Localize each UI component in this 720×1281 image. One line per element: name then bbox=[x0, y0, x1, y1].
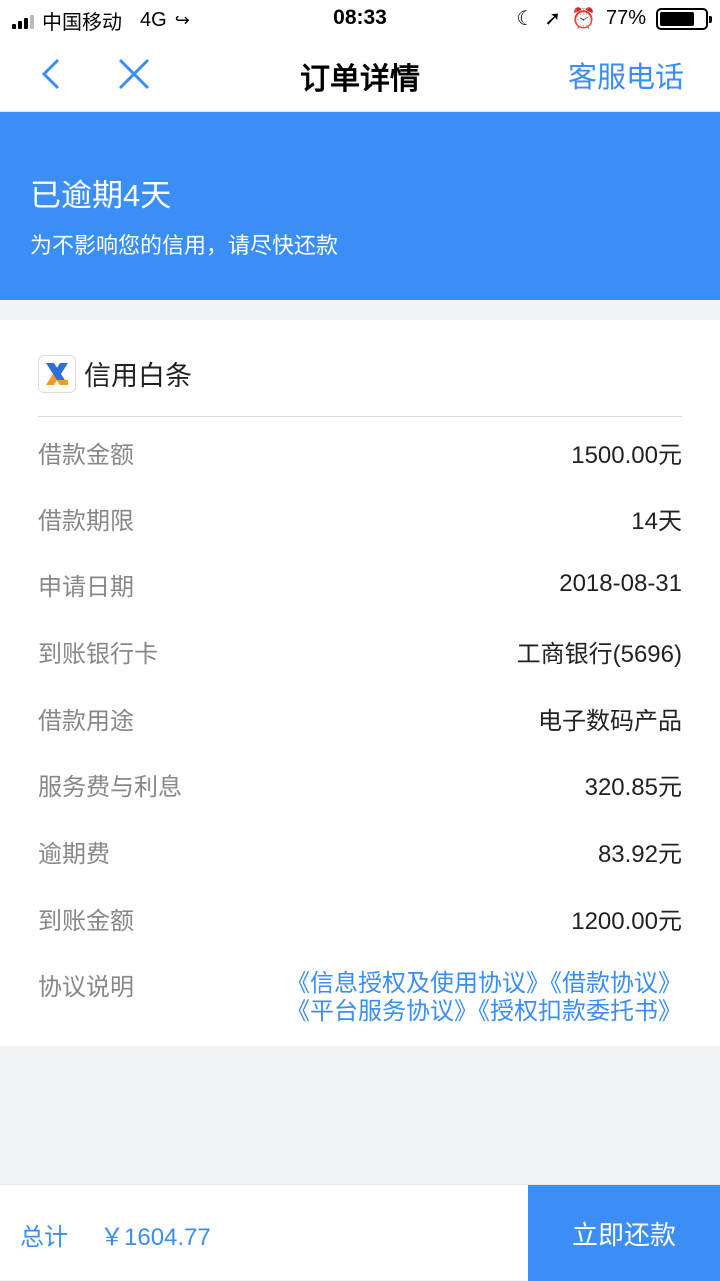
total-amount: ￥1604.77 bbox=[100, 1224, 211, 1251]
detail-label: 借款金额 bbox=[38, 441, 134, 469]
detail-row-agreements: 协议说明 bbox=[38, 964, 238, 1004]
bottom-bar: 总计 ￥1604.77 立即还款 bbox=[0, 1184, 720, 1281]
close-button[interactable] bbox=[116, 56, 152, 92]
location-icon: ➚ bbox=[544, 8, 562, 30]
status-bar: 中国移动 4G ↪ 08:33 ☾ ➚ ⏰ 77% bbox=[0, 0, 720, 36]
close-icon bbox=[118, 58, 150, 90]
overdue-status: 已逾期4天 bbox=[30, 178, 172, 213]
detail-label: 借款期限 bbox=[38, 507, 134, 535]
repay-now-button[interactable]: 立即还款 bbox=[528, 1185, 720, 1281]
detail-value: 工商银行(5696) bbox=[516, 640, 682, 668]
order-detail-card: 信用白条 借款金额 1500.00元 借款期限 14天 申请日期 2018-08… bbox=[0, 320, 720, 1046]
detail-row-loan-term: 借款期限 14天 bbox=[38, 498, 682, 538]
detail-label: 到账金额 bbox=[38, 907, 134, 935]
detail-row-service-fee: 服务费与利息 320.85元 bbox=[38, 764, 682, 804]
detail-row-received-amount: 到账金额 1200.00元 bbox=[38, 898, 682, 938]
detail-value: 1200.00元 bbox=[571, 907, 682, 935]
chevron-left-icon bbox=[41, 58, 60, 90]
detail-label: 逾期费 bbox=[38, 840, 110, 868]
info-authorization-agreement-link[interactable]: 《信息授权及使用协议》 bbox=[286, 970, 550, 997]
back-button[interactable] bbox=[36, 56, 72, 92]
battery-icon bbox=[656, 7, 712, 30]
product-header: 信用白条 bbox=[38, 354, 192, 393]
detail-row-loan-amount: 借款金额 1500.00元 bbox=[38, 432, 682, 472]
customer-service-phone-link[interactable]: 客服电话 bbox=[568, 54, 684, 96]
detail-label: 到账银行卡 bbox=[38, 640, 158, 668]
platform-service-agreement-link[interactable]: 《平台服务协议》 bbox=[286, 998, 478, 1025]
battery-percent: 77% bbox=[605, 7, 646, 29]
detail-label: 借款用途 bbox=[38, 707, 134, 735]
nav-bar: 订单详情 客服电话 bbox=[0, 36, 720, 112]
detail-value: 1500.00元 bbox=[571, 441, 682, 469]
detail-row-bank-card: 到账银行卡 工商银行(5696) bbox=[38, 631, 682, 671]
detail-value: 14天 bbox=[631, 507, 682, 535]
agreements-label: 协议说明 bbox=[38, 973, 134, 1001]
alarm-icon: ⏰ bbox=[571, 8, 596, 30]
total-label: 总计 bbox=[20, 1224, 68, 1251]
detail-row-loan-purpose: 借款用途 电子数码产品 bbox=[38, 698, 682, 738]
detail-row-overdue-fee: 逾期费 83.92元 bbox=[38, 831, 682, 871]
detail-value: 83.92元 bbox=[597, 840, 682, 868]
divider bbox=[38, 416, 682, 417]
product-logo-icon bbox=[38, 354, 76, 393]
detail-row-apply-date: 申请日期 2018-08-31 bbox=[38, 564, 682, 604]
moon-icon: ☾ bbox=[516, 8, 535, 30]
debit-authorization-link[interactable]: 《授权扣款委托书》 bbox=[478, 998, 682, 1025]
product-name: 信用白条 bbox=[84, 361, 192, 391]
detail-value: 2018-08-31 bbox=[559, 570, 682, 597]
loan-agreement-link[interactable]: 《借款协议》 bbox=[550, 970, 682, 997]
detail-value: 320.85元 bbox=[584, 773, 682, 801]
detail-label: 服务费与利息 bbox=[38, 773, 182, 801]
agreement-links: 《信息授权及使用协议》《借款协议》 《平台服务协议》《授权扣款委托书》 bbox=[252, 970, 682, 1026]
detail-label: 申请日期 bbox=[38, 573, 134, 601]
overdue-reminder: 为不影响您的信用，请尽快还款 bbox=[30, 233, 339, 258]
detail-value: 电子数码产品 bbox=[538, 707, 682, 735]
status-right: ☾ ➚ ⏰ 77% bbox=[516, 6, 712, 31]
overdue-banner: 已逾期4天 为不影响您的信用，请尽快还款 bbox=[0, 112, 720, 300]
